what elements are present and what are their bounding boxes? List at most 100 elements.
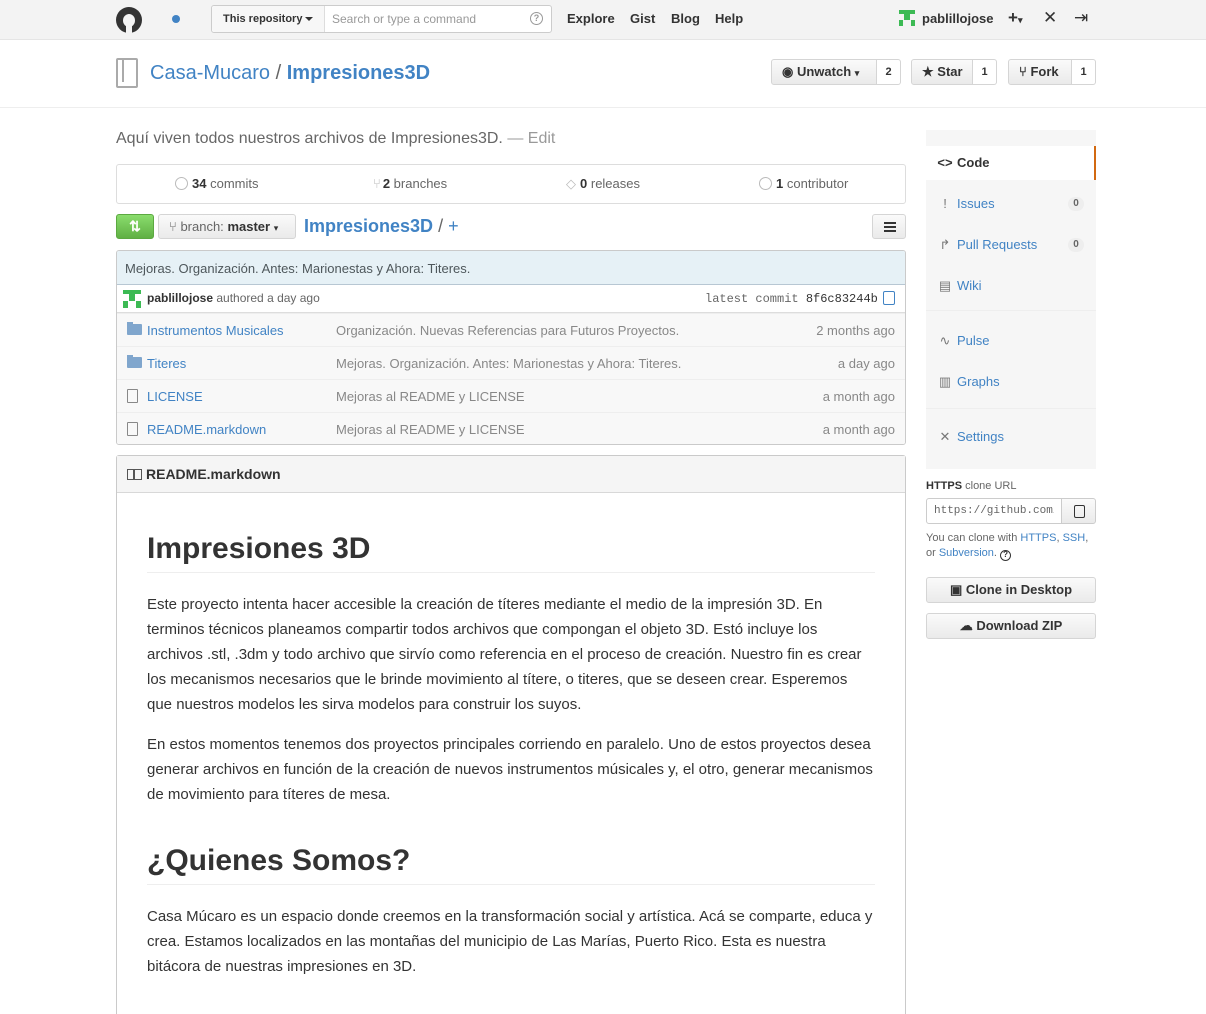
file-name-link[interactable]: LICENSE (147, 389, 203, 404)
star-button[interactable]: ★ Star (911, 59, 973, 85)
issues-icon: ! (943, 196, 947, 211)
sidebar-item-graphs[interactable]: ▥ Graphs (926, 365, 1096, 399)
readme-paragraph: Casa Múcaro es un espacio donde creemos … (147, 904, 875, 979)
repo-owner-link[interactable]: Casa-Mucaro (150, 62, 270, 84)
tools-icon[interactable]: ✕ (1043, 8, 1057, 28)
branch-select[interactable]: ⑂ branch: master ▾ (158, 214, 296, 239)
sidebar-item-label: Issues (957, 196, 995, 211)
list-view-button[interactable] (872, 214, 906, 239)
sidebar-item-label: Wiki (957, 278, 982, 293)
latest-commit-label: latest commit (705, 292, 799, 306)
clone-ssh-link[interactable]: SSH (1063, 532, 1086, 544)
commit-sha-link[interactable]: 8f6c83244b (806, 292, 878, 306)
sidebar-item-code[interactable]: <> Code (926, 146, 1096, 180)
sidebar-item-label: Pulse (957, 333, 990, 348)
star-label: Star (937, 64, 963, 79)
plus-icon[interactable]: +▾ (1008, 8, 1022, 30)
tools-icon: ✕ (939, 429, 951, 444)
contributors-count: 1 (776, 176, 784, 191)
readme-filename: README.markdown (146, 466, 281, 482)
latest-commit-message[interactable]: Mejoras. Organización. Antes: Marionesta… (117, 251, 905, 285)
repo-icon (116, 58, 138, 88)
search-scope-dropdown[interactable]: This repository (212, 6, 325, 32)
nav-explore[interactable]: Explore (567, 11, 615, 26)
unwatch-button[interactable]: ◉ Unwatch ▾ (771, 59, 877, 85)
history-icon (175, 177, 188, 190)
sidebar-item-label: Pull Requests (957, 237, 1038, 252)
sidebar-item-wiki[interactable]: ▤ Wiki (926, 269, 1096, 303)
commits-label: commits (210, 176, 259, 191)
repo-name-link[interactable]: Impresiones3D (287, 62, 430, 84)
branches-link[interactable]: ⑂ 2 branches (373, 176, 447, 191)
sidebar-item-pulse[interactable]: ∿ Pulse (926, 324, 1096, 358)
clone-url-label: HTTPS clone URL (926, 480, 1016, 492)
github-logo-icon[interactable] (116, 7, 142, 33)
star-count[interactable]: 1 (973, 59, 997, 85)
file-browser: Mejoras. Organización. Antes: Marionesta… (116, 250, 906, 445)
clone-subversion-link[interactable]: Subversion (939, 547, 994, 559)
sidebar-item-label: Settings (957, 429, 1004, 444)
readme-paragraph-text: En estos momentos tenemos dos proyectos … (147, 736, 873, 803)
book-icon (127, 469, 142, 480)
breadcrumb: Impresiones3D / + (304, 216, 459, 237)
sidebar-item-settings[interactable]: ✕ Settings (926, 420, 1096, 454)
copy-clone-url-button[interactable] (1061, 498, 1096, 524)
fork-label: Fork (1030, 64, 1059, 79)
readme-paragraph-text: Este proyecto intenta hacer accesible la… (147, 596, 862, 713)
releases-link[interactable]: ◇ 0 releases (566, 176, 640, 192)
search-help-icon[interactable]: ? (530, 12, 543, 25)
nav-help[interactable]: Help (715, 11, 743, 26)
issues-count: 0 (1068, 197, 1084, 211)
sidebar-item-pull-requests[interactable]: ↱ Pull Requests 0 (926, 228, 1096, 262)
commit-author: pablillojose authored a day ago (147, 291, 320, 305)
file-row: LICENSE Mejoras al README y LICENSE a mo… (117, 379, 905, 412)
sign-out-icon[interactable]: ⇥ (1074, 8, 1088, 28)
clipboard-icon[interactable] (883, 291, 895, 305)
desktop-icon: ▣ (949, 582, 963, 597)
repo-header: Casa-Mucaro / Impresiones3D ◉ Unwatch ▾ … (0, 40, 1206, 108)
file-icon (127, 389, 138, 403)
repo-description-text: Aquí viven todos nuestros archivos de Im… (116, 130, 503, 147)
file-commit-message[interactable]: Mejoras. Organización. Antes: Marionesta… (336, 356, 681, 371)
file-name-link[interactable]: Instrumentos Musicales (147, 323, 284, 338)
file-commit-message[interactable]: Organización. Nuevas Referencias para Fu… (336, 323, 679, 338)
file-commit-message[interactable]: Mejoras al README y LICENSE (336, 422, 525, 437)
download-zip-button[interactable]: ☁ Download ZIP (926, 613, 1096, 639)
file-icon (127, 422, 138, 436)
clone-help-prefix: You can clone with (926, 532, 1018, 544)
nav-blog[interactable]: Blog (671, 11, 700, 26)
notifications-icon[interactable] (162, 8, 188, 30)
clone-label-text: clone URL (965, 480, 1017, 492)
username-link[interactable]: pablillojose (922, 11, 994, 26)
branch-prefix: branch: (180, 219, 224, 234)
clone-in-desktop-button[interactable]: ▣ Clone in Desktop (926, 577, 1096, 603)
fork-count[interactable]: 1 (1072, 59, 1096, 85)
fork-button[interactable]: ⑂ Fork (1008, 59, 1072, 85)
clone-protocol: HTTPS (926, 480, 963, 492)
readme-title: Impresiones 3D (147, 532, 875, 573)
compare-button[interactable]: ⇅ (116, 214, 154, 239)
file-commit-message[interactable]: Mejoras al README y LICENSE (336, 389, 525, 404)
author-avatar[interactable] (123, 290, 141, 308)
sidebar-item-label: Code (957, 155, 990, 170)
file-name-link[interactable]: Titeres (147, 356, 186, 371)
user-avatar[interactable] (899, 10, 915, 26)
commit-author-name[interactable]: pablillojose (147, 291, 213, 305)
commit-authored-time: authored a day ago (216, 291, 320, 305)
search-input[interactable] (332, 9, 522, 29)
contributors-link[interactable]: 1 contributor (759, 176, 848, 191)
new-file-button[interactable]: + (448, 216, 459, 236)
commits-link[interactable]: 34 commits (175, 176, 258, 191)
readme-heading-1: Impresiones 3D (147, 532, 875, 573)
search-box: This repository ? (211, 5, 552, 33)
clone-url-field[interactable] (926, 498, 1062, 524)
readme-panel: README.markdown Impresiones 3D Este proy… (116, 455, 906, 1014)
clone-https-link[interactable]: HTTPS (1020, 532, 1056, 544)
help-icon[interactable]: ? (1000, 550, 1012, 561)
sidebar-item-issues[interactable]: ! Issues 0 (926, 187, 1096, 221)
nav-gist[interactable]: Gist (630, 11, 655, 26)
edit-description-link[interactable]: — Edit (507, 130, 555, 147)
watch-count[interactable]: 2 (877, 59, 901, 85)
breadcrumb-root[interactable]: Impresiones3D (304, 216, 433, 236)
file-name-link[interactable]: README.markdown (147, 422, 266, 437)
